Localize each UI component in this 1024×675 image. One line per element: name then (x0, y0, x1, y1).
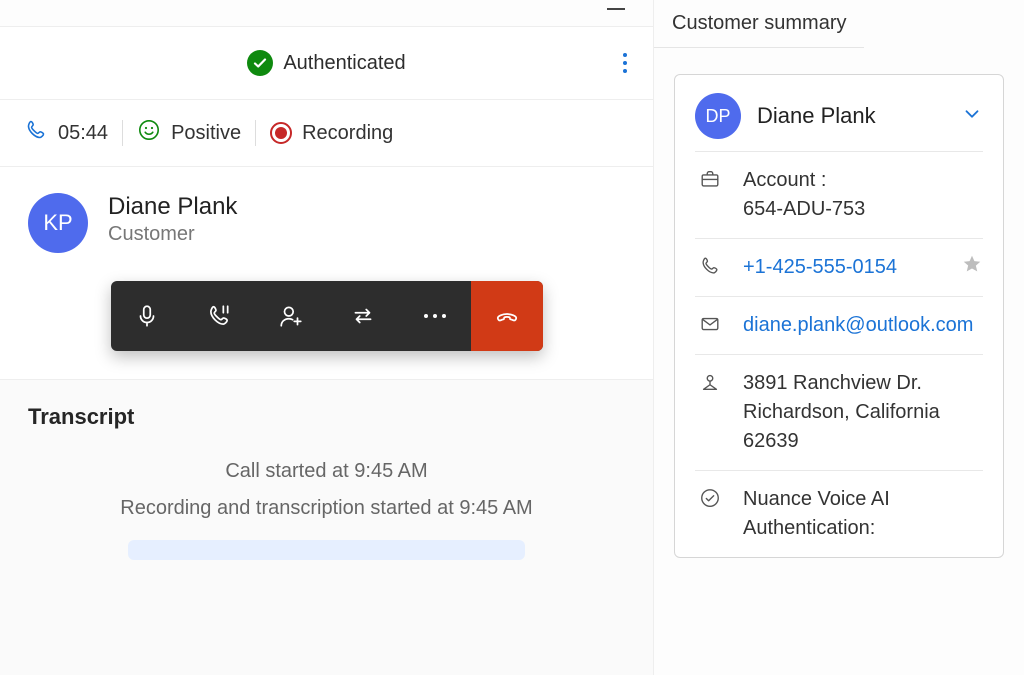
caller-info: KP Diane Plank Customer (0, 167, 653, 273)
transcript-event: Recording and transcription started at 9… (28, 497, 625, 520)
address-field: 3891 Ranchview Dr. Richardson, Californi… (695, 354, 983, 470)
customer-card: DP Diane Plank Account : 654-ADU-753 (674, 74, 1004, 558)
transcript-section: Transcript Call started at 9:45 AM Recor… (0, 380, 653, 675)
phone-field: +1-425-555-0154 (695, 238, 983, 296)
recording-value: Recording (302, 122, 393, 145)
voice-auth-field: Nuance Voice AI Authentication: (695, 470, 983, 557)
email-field: diane.plank@outlook.com (695, 296, 983, 354)
verified-icon (695, 485, 725, 509)
recording: Recording (270, 122, 393, 145)
email-value[interactable]: diane.plank@outlook.com (743, 311, 983, 340)
separator (122, 120, 123, 146)
recording-icon (270, 122, 292, 144)
caller-avatar: KP (28, 193, 88, 253)
favorite-star-icon[interactable] (961, 253, 983, 281)
customer-name: Diane Plank (757, 103, 945, 129)
transcript-heading: Transcript (28, 404, 625, 430)
account-value: Account : 654-ADU-753 (743, 166, 983, 224)
add-participant-button[interactable] (255, 281, 327, 351)
sentiment: Positive (137, 118, 241, 148)
window-controls (0, 0, 653, 26)
separator (255, 120, 256, 146)
mail-icon (695, 311, 725, 335)
location-icon (695, 369, 725, 393)
transcript-event: Call started at 9:45 AM (28, 460, 625, 483)
transfer-button[interactable] (327, 281, 399, 351)
duration-value: 05:44 (58, 122, 108, 145)
call-controls (111, 281, 543, 351)
summary-panel: Customer summary DP Diane Plank Account … (654, 0, 1024, 675)
sentiment-value: Positive (171, 122, 241, 145)
phone-icon (695, 253, 725, 277)
authentication-banner: Authenticated (0, 26, 653, 100)
call-panel: Authenticated 05:44 Positive Recording (0, 0, 654, 675)
more-menu-button[interactable] (623, 53, 627, 73)
minimize-button[interactable] (607, 8, 625, 10)
call-duration: 05:44 (24, 118, 108, 148)
call-status-bar: 05:44 Positive Recording (0, 100, 653, 167)
briefcase-icon (695, 166, 725, 190)
authentication-label: Authenticated (283, 52, 405, 75)
check-icon (247, 50, 273, 76)
caller-name: Diane Plank (108, 193, 237, 221)
mute-button[interactable] (111, 281, 183, 351)
address-value: 3891 Ranchview Dr. Richardson, Californi… (743, 369, 983, 456)
account-field: Account : 654-ADU-753 (695, 151, 983, 238)
call-controls-wrap (0, 273, 653, 380)
phone-icon (24, 118, 48, 148)
end-call-button[interactable] (471, 281, 543, 351)
smile-icon (137, 118, 161, 148)
phone-value[interactable]: +1-425-555-0154 (743, 253, 983, 282)
transcript-bubble (128, 540, 525, 560)
voice-auth-value: Nuance Voice AI Authentication: (743, 485, 983, 543)
customer-avatar: DP (695, 93, 741, 139)
more-actions-button[interactable] (399, 281, 471, 351)
hold-button[interactable] (183, 281, 255, 351)
expand-button[interactable] (961, 103, 983, 130)
tab-customer-summary[interactable]: Customer summary (654, 0, 864, 48)
caller-role: Customer (108, 223, 237, 246)
